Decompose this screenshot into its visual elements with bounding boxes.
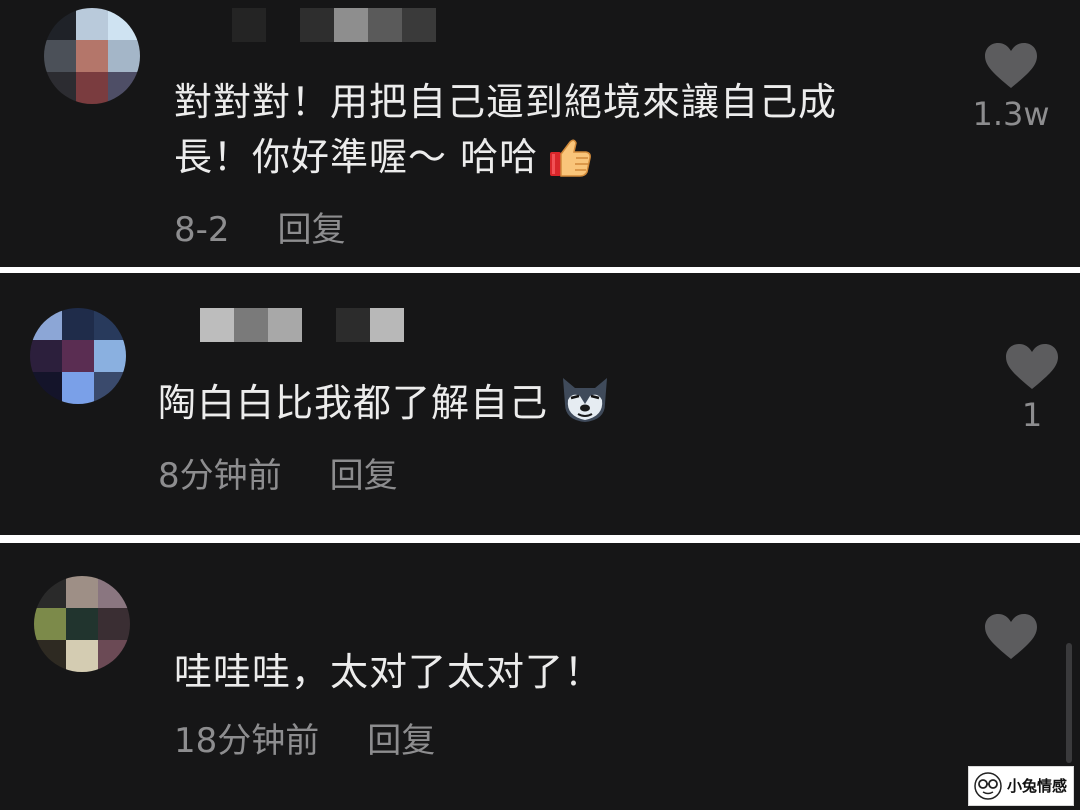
heart-icon (985, 43, 1037, 88)
like-count: 1 (1021, 396, 1043, 434)
comment-meta: 8分钟前 回复 (158, 456, 398, 496)
scrollbar[interactable] (1066, 643, 1072, 763)
reply-button[interactable]: 回复 (367, 721, 435, 761)
username-redacted[interactable] (232, 8, 436, 42)
timestamp: 8-2 (174, 210, 230, 250)
comment-text: 哇哇哇，太对了太对了！ (174, 650, 604, 694)
reply-button[interactable]: 回复 (278, 210, 346, 250)
reply-button[interactable]: 回复 (330, 456, 398, 496)
watermark-logo: 小兔情感 (968, 766, 1074, 806)
watermark-text: 小兔情感 (1007, 777, 1068, 795)
heart-icon (985, 614, 1037, 659)
thumbs-up-emoji (548, 138, 592, 193)
timestamp: 18分钟前 (174, 721, 320, 761)
bespectacled-face-logo (974, 772, 1002, 800)
comment-meta: 18分钟前 回复 (174, 721, 435, 761)
comment-text: 對對對！用把自己逼到絕境來讓自己成 長！你好準喔～ 哈哈 (174, 75, 837, 193)
like-button[interactable]: 1 (977, 343, 1080, 435)
like-count: 1.3w (972, 95, 1050, 133)
comment-text: 陶白白比我都了解自己 (158, 374, 612, 439)
comment-item: 陶白白比我都了解自己 8分钟前 回复 1 (0, 273, 1080, 535)
comment-meta: 8-2 回复 (174, 210, 346, 250)
avatar[interactable] (30, 308, 126, 404)
username-redacted[interactable] (200, 308, 404, 342)
wolf-face-emoji (558, 374, 612, 439)
avatar[interactable] (44, 8, 140, 104)
like-button[interactable] (956, 613, 1066, 665)
avatar[interactable] (34, 576, 130, 672)
timestamp: 8分钟前 (158, 456, 282, 496)
comment-item: 哇哇哇，太对了太对了！ 18分钟前 回复 小兔情感 (0, 543, 1080, 810)
heart-icon (1006, 344, 1058, 389)
comment-item: 對對對！用把自己逼到絕境來讓自己成 長！你好準喔～ 哈哈 8-2 回复 1.3w (0, 0, 1080, 267)
like-button[interactable]: 1.3w (956, 42, 1066, 134)
